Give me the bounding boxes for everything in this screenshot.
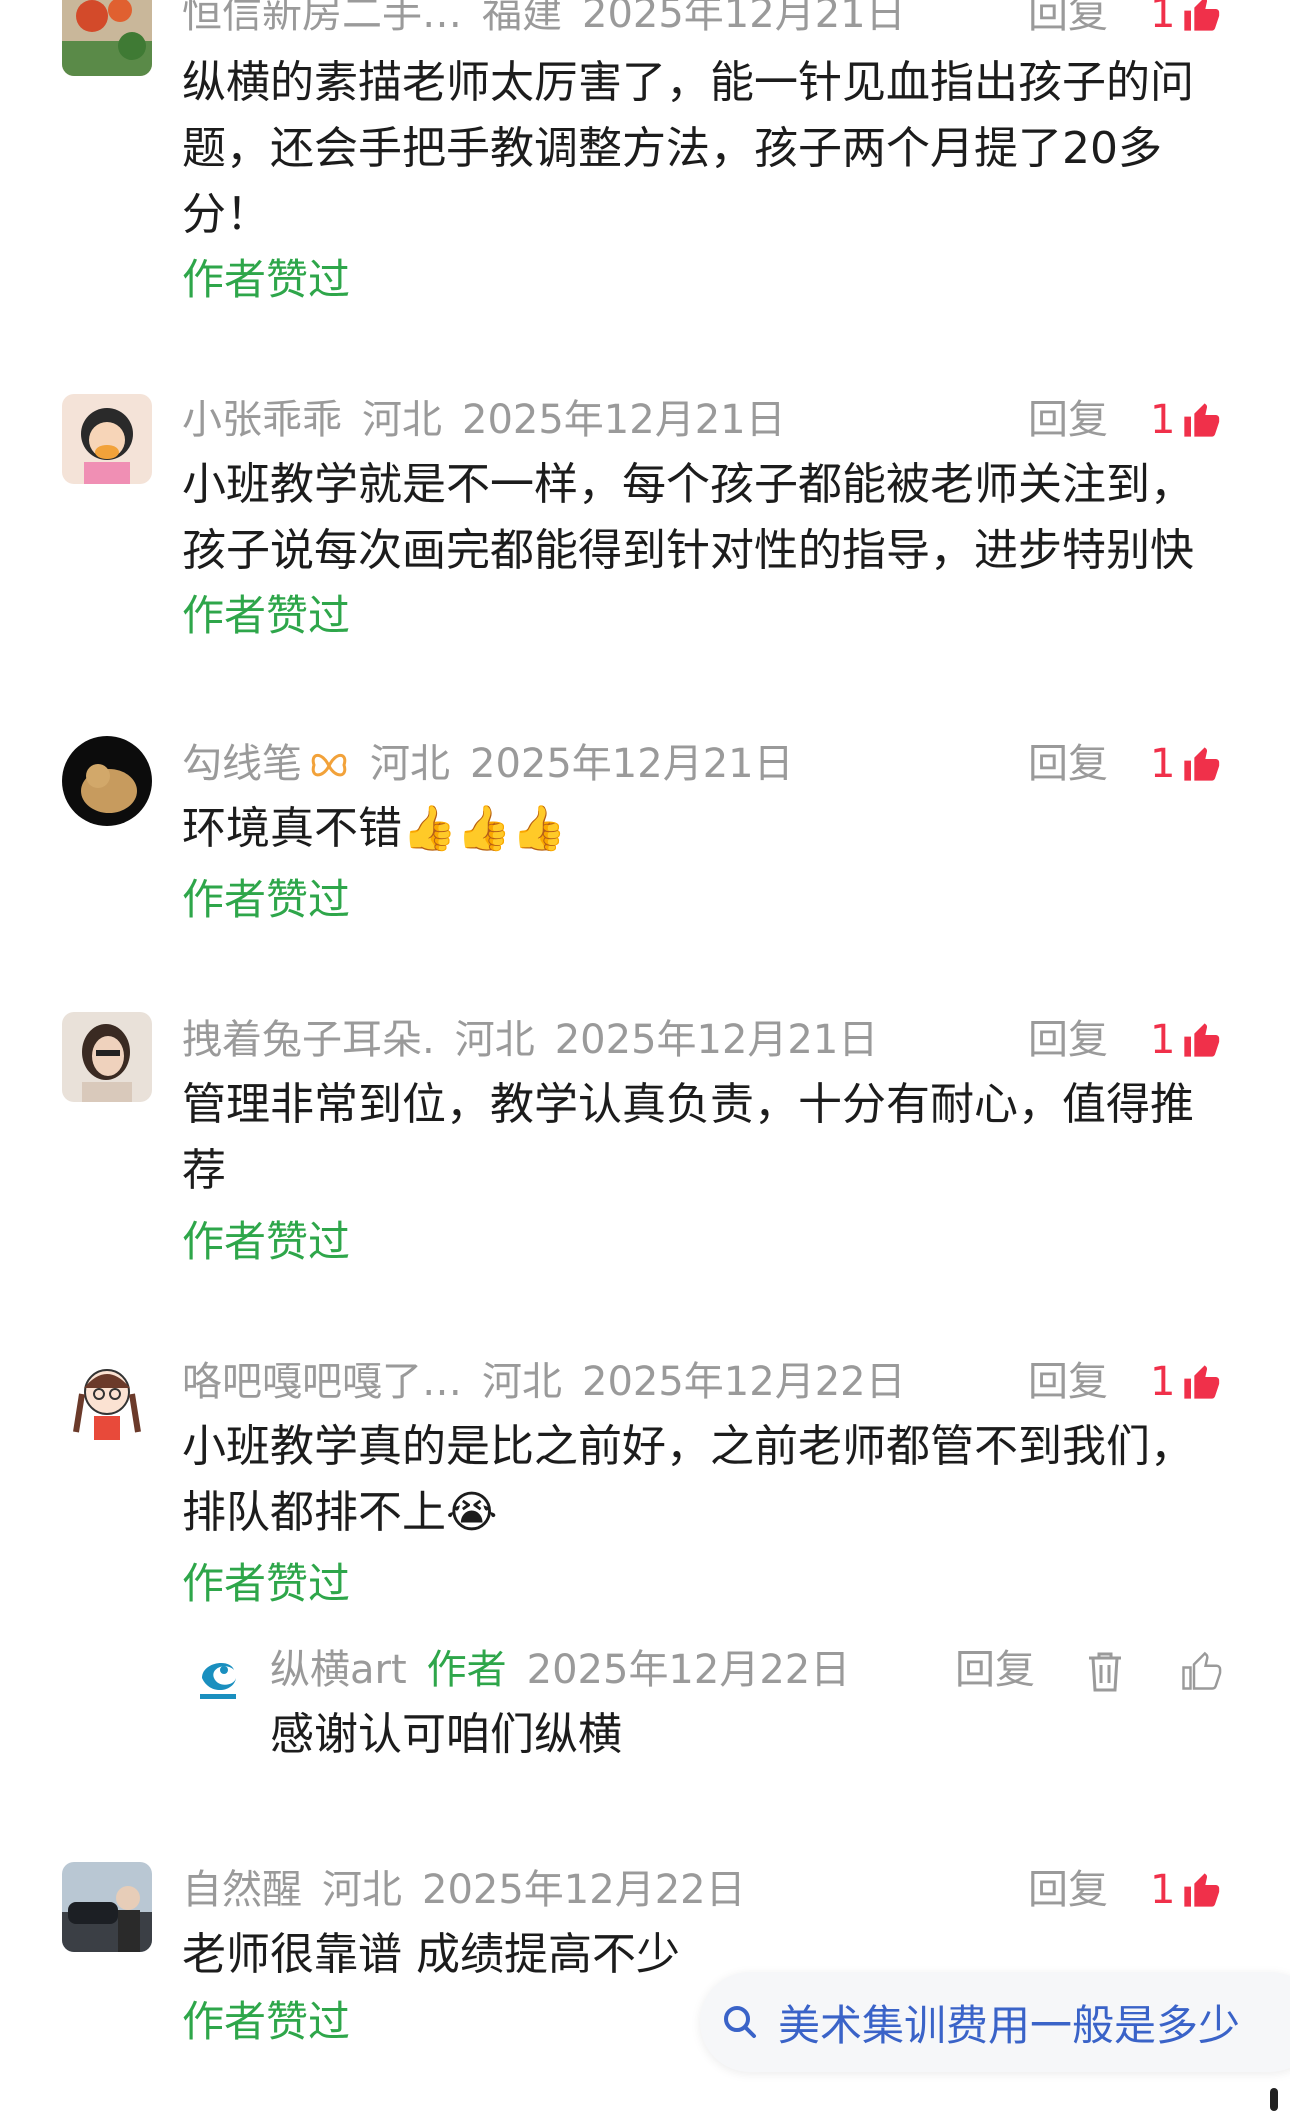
username[interactable]: 拽着兔子耳朵. [182, 1017, 435, 1063]
like-button[interactable]: 1 [1150, 1354, 1221, 1410]
author-username[interactable]: 纵横art [270, 1647, 407, 1693]
scroll-indicator [1270, 2088, 1278, 2111]
thumbs-up-icon [1184, 1873, 1220, 1907]
thumbs-up-icon [1184, 1365, 1220, 1399]
thumbs-up-icon [1184, 1023, 1220, 1057]
author-avatar[interactable] [190, 1648, 246, 1704]
like-count: 1 [1150, 397, 1176, 443]
avatar[interactable] [62, 394, 152, 484]
like-button[interactable]: 1 [1150, 0, 1221, 42]
comment-text: 小班教学就是不一样，每个孩子都能被老师关注到，孩子说每次画完都能得到针对性的指导… [182, 459, 1194, 576]
comment-text: 纵横的素描老师太厉害了，能一针见血指出孩子的问题，还会手把手教调整方法，孩子两个… [182, 57, 1194, 240]
thumbs-up-icon [1184, 403, 1220, 437]
comment-date: 2025年12月21日 [554, 1017, 879, 1063]
location: 河北 [322, 1867, 402, 1913]
reply-button[interactable]: 回复 [1028, 0, 1108, 42]
search-suggestion[interactable]: 美术集训费用一般是多少 [700, 1972, 1290, 2072]
location: 河北 [482, 1359, 562, 1405]
reply-text: 感谢认可咱们纵横 [270, 1709, 622, 1760]
comment-meta: 自然醒 河北 2025年12月22日 [182, 1862, 766, 1918]
comment-date: 2025年12月21日 [582, 0, 906, 37]
thumbs-up-outline-icon [1182, 1651, 1222, 1690]
author-tag: 作者 [426, 1647, 507, 1693]
reply-button[interactable]: 回复 [1028, 1012, 1108, 1068]
location: 河北 [362, 397, 442, 443]
like-count: 1 [1150, 1867, 1176, 1913]
reply-like-button[interactable] [1180, 1650, 1222, 1696]
author-liked-badge: 作者赞过 [182, 591, 351, 640]
reply-date: 2025年12月22日 [526, 1647, 851, 1693]
reply-button[interactable]: 回复 [1028, 1862, 1108, 1918]
avatar[interactable] [62, 1012, 152, 1102]
delete-button[interactable] [1085, 1650, 1125, 1698]
location: 福建 [482, 0, 562, 37]
reply-button[interactable]: 回复 [1028, 736, 1108, 792]
brand-logo-icon [200, 1663, 236, 1699]
author-liked-badge: 作者赞过 [182, 1997, 351, 2046]
avatar[interactable] [62, 0, 152, 76]
like-button[interactable]: 1 [1150, 736, 1221, 792]
comment-meta: 勾线笔 河北 2025年12月21日 [182, 736, 814, 792]
username[interactable]: 勾线笔 [182, 741, 302, 787]
avatar[interactable] [62, 1354, 152, 1444]
avatar[interactable] [62, 1862, 152, 1952]
location: 河北 [454, 1017, 535, 1063]
reply-meta: 纵横art 作者 2025年12月22日 [270, 1642, 870, 1698]
comment-date: 2025年12月22日 [582, 1359, 906, 1405]
like-count: 1 [1150, 741, 1176, 787]
author-reply: 纵横art 作者 2025年12月22日 回复 感谢认可咱们纵横 [0, 1642, 1290, 1762]
username[interactable]: 自然醒 [182, 1867, 302, 1913]
comment-meta: 拽着兔子耳朵. 河北 2025年12月21日 [182, 1012, 898, 1068]
reply-button[interactable]: 回复 [1028, 1354, 1108, 1410]
comment-date: 2025年12月21日 [462, 397, 786, 443]
comment-meta: 咯吧嘎吧嘎了… 河北 2025年12月22日 [182, 1354, 926, 1410]
username[interactable]: 恒信新房二手… [182, 0, 462, 37]
comment-meta: 小张乖乖 河北 2025年12月21日 [182, 392, 806, 448]
like-button[interactable]: 1 [1150, 1862, 1221, 1918]
trash-icon [1089, 1652, 1121, 1692]
comment-text: 管理非常到位，教学认真负责，十分有耐心，值得推荐 [182, 1079, 1194, 1196]
butterfly-badge-icon [311, 753, 347, 777]
username[interactable]: 咯吧嘎吧嘎了… [182, 1359, 462, 1405]
author-liked-badge: 作者赞过 [182, 1217, 351, 1266]
thumbs-up-icon [1184, 0, 1220, 31]
author-liked-badge: 作者赞过 [182, 255, 351, 304]
like-count: 1 [1150, 1017, 1176, 1063]
search-icon [724, 2006, 756, 2038]
comment-date: 2025年12月21日 [470, 741, 794, 787]
comment-text: 小班教学真的是比之前好，之前老师都管不到我们，排队都排不上😭 [182, 1421, 1194, 1538]
comment-meta: 恒信新房二手… 福建 2025年12月21日 [182, 0, 926, 42]
like-button[interactable]: 1 [1150, 392, 1221, 448]
like-count: 1 [1150, 0, 1176, 37]
author-liked-badge: 作者赞过 [182, 1559, 351, 1608]
comment-date: 2025年12月22日 [422, 1867, 746, 1913]
author-liked-badge: 作者赞过 [182, 875, 351, 924]
reply-button[interactable]: 回复 [1028, 392, 1108, 448]
search-suggestion-text: 美术集训费用一般是多少 [778, 2000, 1241, 2050]
avatar[interactable] [62, 736, 152, 826]
location: 河北 [370, 741, 450, 787]
reply-button[interactable]: 回复 [955, 1642, 1035, 1698]
like-count: 1 [1150, 1359, 1176, 1405]
comment-text: 环境真不错👍👍👍 [182, 803, 567, 854]
thumbs-up-icon [1184, 747, 1220, 781]
username[interactable]: 小张乖乖 [182, 397, 342, 443]
like-button[interactable]: 1 [1150, 1012, 1221, 1068]
